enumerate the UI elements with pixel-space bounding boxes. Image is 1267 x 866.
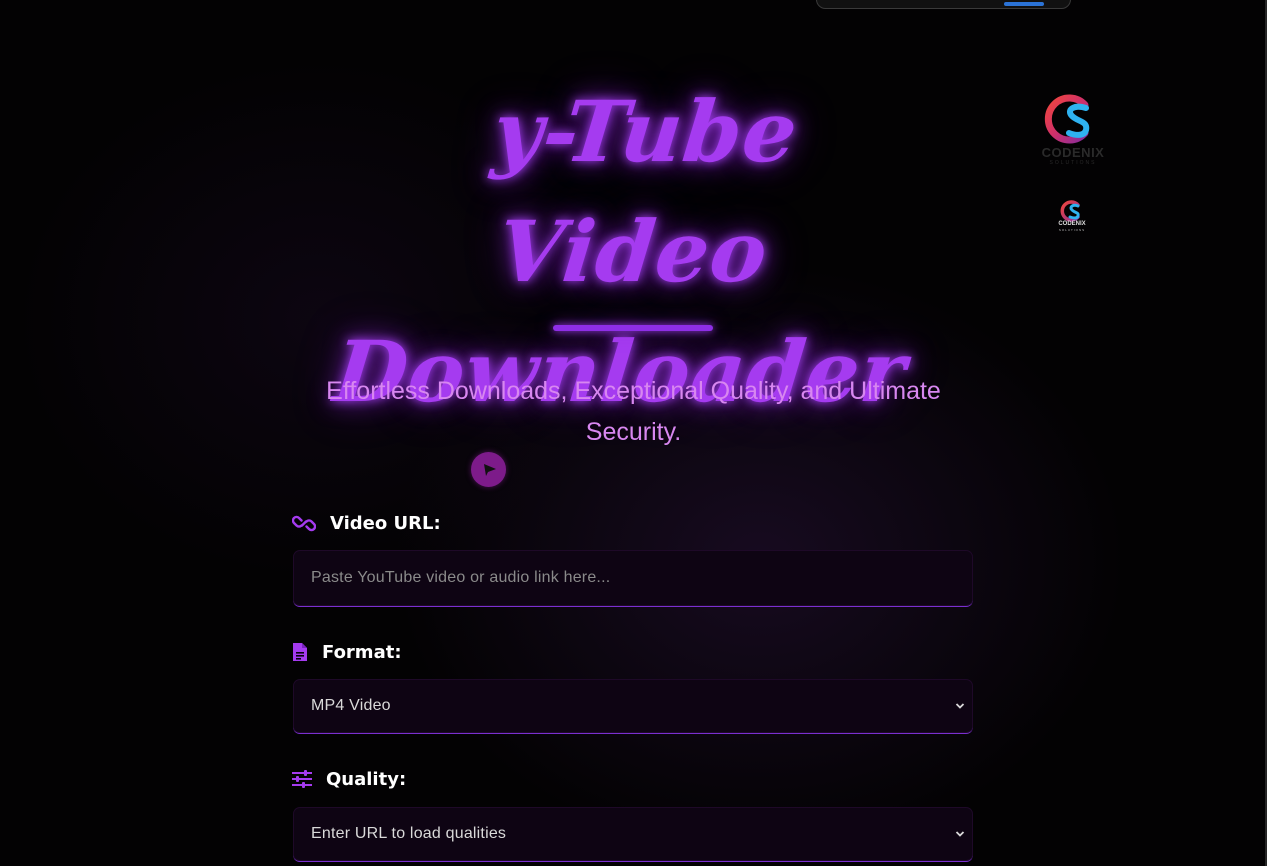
- top-overlay-pill[interactable]: [816, 0, 1071, 9]
- sliders-icon: [292, 770, 312, 788]
- format-label-text: Format:: [322, 641, 402, 663]
- file-icon: [292, 642, 308, 662]
- quality-select[interactable]: Enter URL to load qualities: [293, 807, 973, 862]
- quality-selected-value: Enter URL to load qualities: [311, 825, 507, 842]
- video-url-input[interactable]: Paste YouTube video or audio link here..…: [293, 550, 973, 607]
- codenix-logo-small[interactable]: CODENIX SOLUTIONS: [1055, 200, 1089, 234]
- tagline: Effortless Downloads, Exceptional Qualit…: [326, 377, 941, 446]
- video-url-label-text: Video URL:: [330, 512, 441, 534]
- quality-label-text: Quality:: [326, 768, 407, 790]
- play-button[interactable]: [471, 452, 506, 487]
- format-label: Format:: [292, 640, 402, 664]
- title-line-1: y-Tube Video: [488, 82, 803, 301]
- title-underline: [553, 325, 713, 331]
- codenix-mark-icon: [1060, 200, 1080, 222]
- codenix-brand-text: CODENIX: [1058, 221, 1086, 227]
- format-selected-value: MP4 Video: [311, 697, 391, 714]
- play-icon: [484, 464, 496, 476]
- codenix-sub-text: SOLUTIONS: [1049, 160, 1097, 166]
- format-select[interactable]: MP4 Video: [293, 679, 973, 734]
- top-overlay-button[interactable]: [1004, 2, 1044, 6]
- link-icon: [291, 513, 317, 533]
- codenix-sub-text: SOLUTIONS: [1058, 228, 1086, 232]
- quality-label: Quality:: [292, 767, 406, 791]
- codenix-logo-large[interactable]: CODENIX SOLUTIONS: [1036, 93, 1110, 169]
- chevron-down-icon: [955, 829, 965, 839]
- codenix-brand-text: CODENIX: [1041, 145, 1105, 160]
- video-url-placeholder: Paste YouTube video or audio link here..…: [311, 569, 611, 586]
- page: y-Tube Video Downloader Effortless Downl…: [0, 0, 1267, 866]
- chevron-down-icon: [955, 701, 965, 711]
- codenix-mark-icon: [1044, 94, 1090, 144]
- video-url-label: Video URL:: [291, 511, 441, 535]
